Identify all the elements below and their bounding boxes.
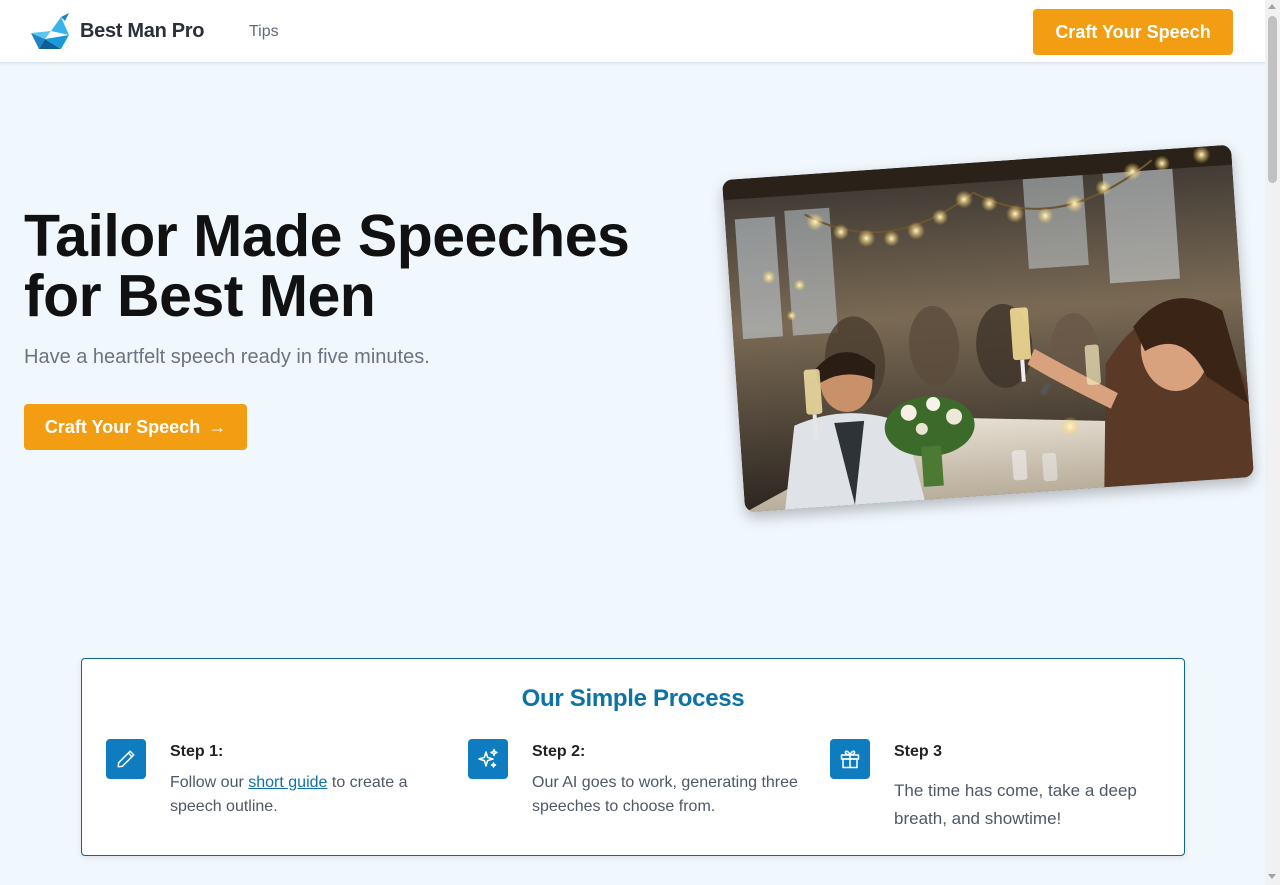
step-2-text: Our AI goes to work, generating three sp… (532, 774, 798, 815)
hero-title: Tailor Made Speeches for Best Men (24, 203, 630, 329)
nav-link-tips[interactable]: Tips (249, 23, 279, 41)
step-1-text-before: Follow our (170, 774, 249, 791)
process-title: Our Simple Process (521, 685, 745, 712)
wedding-toast-photo (722, 144, 1254, 513)
gift-icon (830, 739, 870, 779)
wedding-toast-illustration (722, 144, 1254, 513)
scroll-down-arrow-icon[interactable] (1268, 874, 1276, 879)
page-scrollbar[interactable] (1265, 0, 1280, 885)
brand-name[interactable]: Best Man Pro (80, 20, 205, 43)
top-navbar: Best Man Pro Tips Craft Your Speech (0, 0, 1265, 63)
scroll-up-arrow-icon[interactable] (1268, 4, 1276, 9)
hero-craft-speech-button[interactable]: Craft Your Speech → (24, 404, 247, 450)
swan-logo-icon[interactable] (31, 13, 73, 51)
hero-cta-label: Craft Your Speech (44, 416, 201, 437)
header-craft-speech-button[interactable]: Craft Your Speech (1033, 9, 1233, 55)
pencil-icon (106, 739, 146, 779)
step-3-text: The time has come, take a deep breath, a… (894, 781, 1137, 828)
arrow-right-icon: → (208, 416, 227, 437)
sparkles-icon (468, 739, 508, 779)
step-2-title: Step 2: (532, 743, 586, 760)
short-guide-link[interactable]: short guide (248, 774, 327, 791)
step-1-title: Step 1: (170, 743, 224, 760)
step-1-text: Follow our short guide to create a speec… (170, 771, 440, 819)
scrollbar-thumb[interactable] (1268, 16, 1277, 183)
step-3-title: Step 3 (894, 743, 943, 760)
hero-subtitle: Have a heartfelt speech ready in five mi… (24, 346, 430, 368)
process-section: Our Simple Process Step 1: Follow our sh… (81, 658, 1185, 856)
